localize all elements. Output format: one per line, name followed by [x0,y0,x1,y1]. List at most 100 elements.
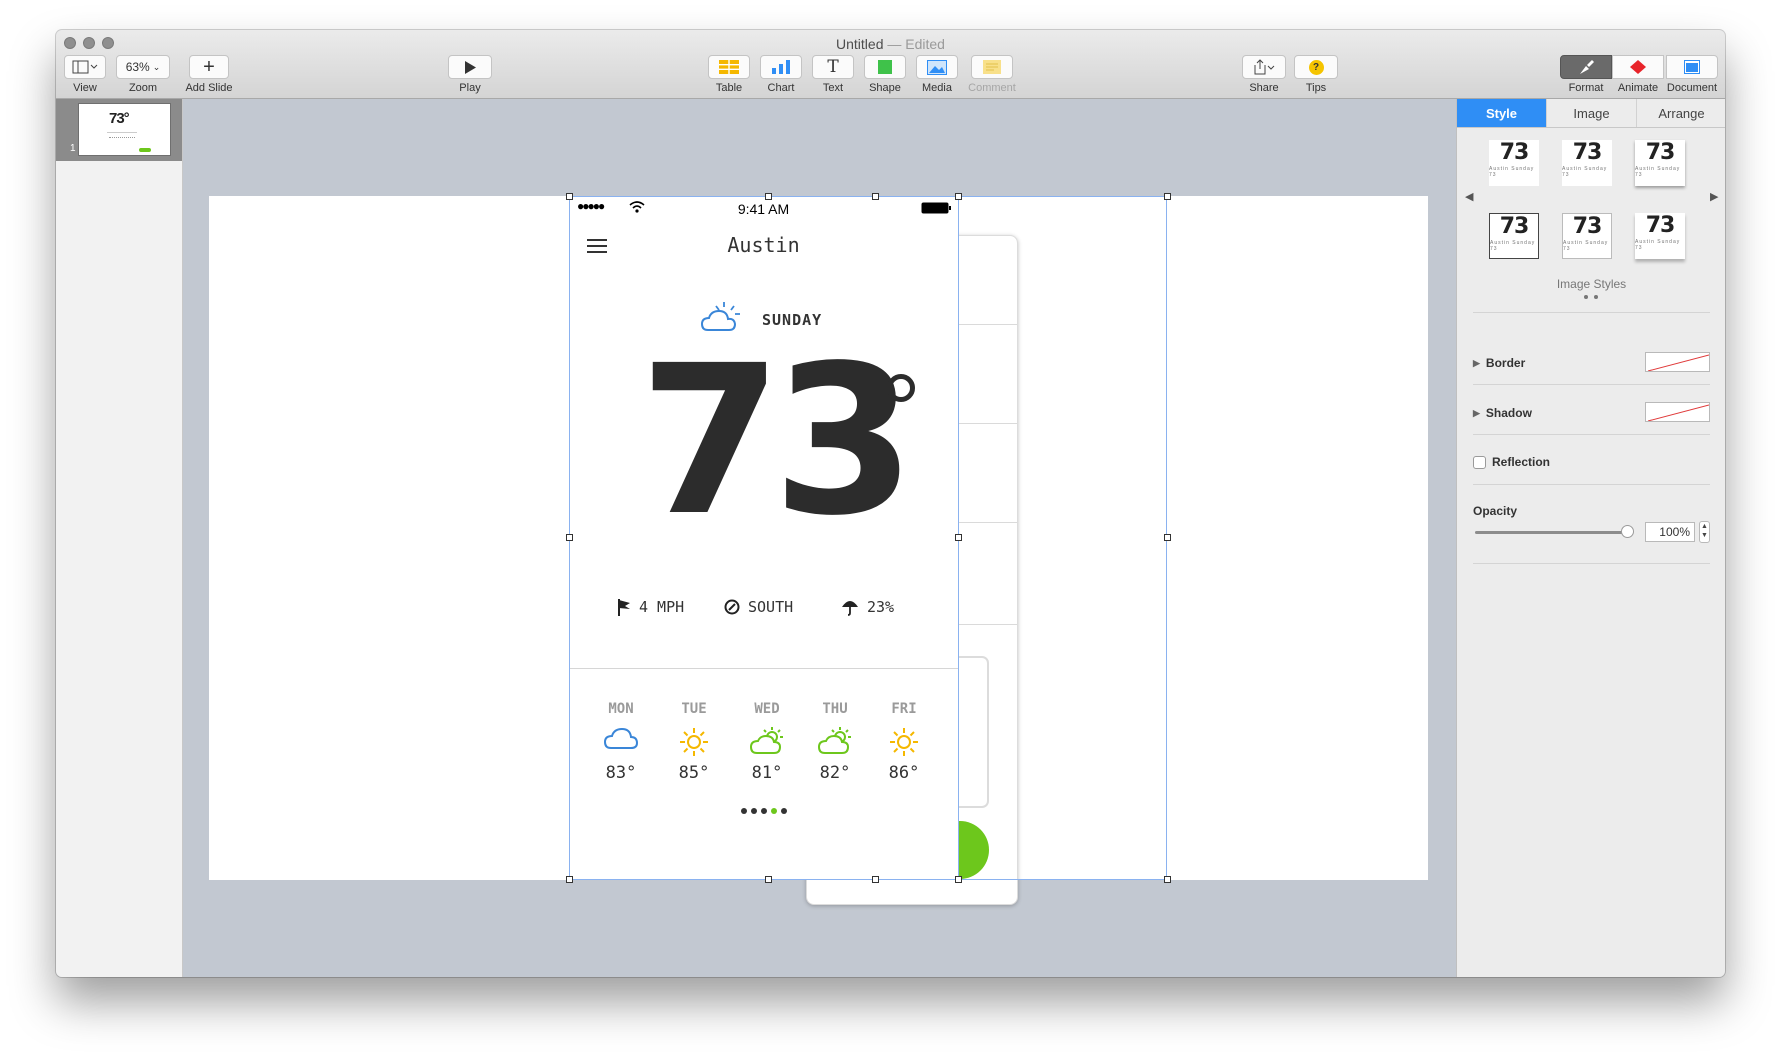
precipitation-chance: 23% [841,598,894,616]
forecast-day-fri: FRI 86° [888,701,920,783]
resize-handle-top-left[interactable] [566,193,573,200]
page-dot [760,808,767,814]
sidebar-view-icon [72,60,98,74]
partly-cloudy-icon [818,727,851,754]
no-color-slash-icon [1647,404,1709,421]
resize-handle-bottom[interactable] [765,876,772,883]
resize-handle-top[interactable] [765,193,772,200]
image-style-3[interactable]: 73 Austin Sunday 73 [1635,140,1685,186]
document-name: Untitled [836,36,884,52]
cloud-icon [604,727,638,749]
format-button[interactable]: Format [1560,55,1612,94]
next-styles-arrow-icon[interactable]: ▶ [1710,190,1718,203]
comment-icon [983,60,1001,74]
image-styles-label: Image Styles [1556,277,1627,291]
view-button[interactable]: View [64,55,106,94]
media-icon [927,59,947,75]
opacity-slider-track[interactable] [1475,531,1628,534]
zoom-value: 63% [125,60,150,74]
flag-icon [618,598,630,616]
page-dot-active [770,808,777,814]
page-dot [750,808,757,814]
toolbar: Untitled — Edited View 63% ⌄ Zoom + Add S… [56,30,1725,99]
paintbrush-icon [1580,60,1594,74]
slide-thumbnail-1[interactable]: 1 73° [56,99,182,161]
page-dot [780,808,787,814]
tab-style[interactable]: Style [1457,99,1547,127]
comment-button[interactable]: Comment [968,55,1016,94]
format-inspector: Style Image Arrange ◀ ▶ 73 Austin Sunday … [1456,99,1725,977]
image-style-5[interactable]: 73 Austin Sunday 73 [1562,213,1612,259]
resize-handle-top[interactable] [872,193,879,200]
shadow-color-well[interactable] [1645,402,1710,422]
border-color-well[interactable] [1645,352,1710,372]
resize-handle-right[interactable] [1164,534,1171,541]
compass-icon [724,599,740,615]
resize-handle-top-right[interactable] [1164,193,1171,200]
current-temperature: 73 [639,321,916,561]
plus-icon: + [203,56,215,78]
add-slide-button[interactable]: + Add Slide [178,55,240,94]
styles-page-dots[interactable] [1584,295,1598,299]
resize-handle-middle[interactable] [955,534,962,541]
inspector-tabs: Style Image Arrange [1457,99,1725,128]
animate-icon [1630,60,1646,74]
table-button[interactable]: Table [708,55,750,94]
sun-icon [680,728,708,756]
opacity-stepper[interactable]: ▲ ▼ [1699,521,1710,543]
edited-status: Edited [905,36,945,52]
window-title: Untitled — Edited [836,36,945,52]
page-dot [740,808,747,814]
reflection-checkbox-row: Reflection [1473,455,1550,469]
image-style-1[interactable]: 73 Austin Sunday 73 [1489,140,1539,186]
forecast-day-wed: WED 81° [750,701,783,783]
resize-handle-left[interactable] [566,534,573,541]
shape-icon [878,60,892,74]
resize-handle-bottom-left[interactable] [566,876,573,883]
umbrella-icon [842,601,858,616]
play-button[interactable]: Play [448,55,492,94]
animate-button[interactable]: Animate [1612,55,1664,94]
tips-button[interactable]: ? Tips [1294,55,1338,94]
shadow-disclosure[interactable]: ▶ Shadow [1473,406,1532,420]
forecast-day-thu: THU 82° [818,701,851,783]
resize-handle-top[interactable] [955,193,962,200]
forecast-day-tue: TUE 85° [678,701,710,783]
sun-icon [890,728,918,756]
image-style-2[interactable]: 73 Austin Sunday 73 [1562,140,1612,186]
tab-image[interactable]: Image [1547,99,1637,127]
opacity-slider-knob[interactable] [1621,525,1634,538]
resize-handle-bottom-right[interactable] [1164,876,1171,883]
document-icon [1684,60,1700,74]
tips-icon: ? [1308,59,1324,75]
city-name: Austin [727,233,800,257]
battery-icon [921,202,951,214]
image-style-6[interactable]: 73 Austin Sunday 73 [1635,213,1685,259]
forecast-divider [569,668,958,669]
play-icon [465,60,476,74]
weather-app-image[interactable]: ●●●●● 9:41 AM Austin SUNDAY 73 4 MPH SOU… [569,196,958,880]
previous-styles-arrow-icon[interactable]: ◀ [1465,190,1473,203]
degree-symbol [887,374,915,402]
chart-icon [772,60,790,74]
document-button[interactable]: Document [1664,55,1720,94]
share-button[interactable]: Share [1242,55,1286,94]
opacity-value-field[interactable]: 100% [1645,522,1695,542]
status-time: 9:41 AM [737,201,790,217]
shape-button[interactable]: Shape [864,55,906,94]
resize-handle-bottom[interactable] [872,876,879,883]
image-style-4[interactable]: 73 Austin Sunday 73 [1489,213,1539,259]
reflection-checkbox[interactable] [1473,455,1486,469]
slide-thumbnail-image: 73° [78,103,171,156]
forecast-day-mon: MON 83° [604,701,638,783]
resize-handle-bottom[interactable] [955,876,962,883]
text-button[interactable]: T Text [812,55,854,94]
border-disclosure[interactable]: ▶ Border [1473,356,1525,370]
tab-arrange[interactable]: Arrange [1637,99,1725,127]
zoom-menu[interactable]: 63% ⌄ Zoom [116,55,170,94]
media-button[interactable]: Media [916,55,958,94]
partly-cloudy-icon [750,727,783,754]
opacity-label: Opacity [1473,504,1518,518]
chart-button[interactable]: Chart [760,55,802,94]
wind-speed: 4 MPH [617,598,684,616]
